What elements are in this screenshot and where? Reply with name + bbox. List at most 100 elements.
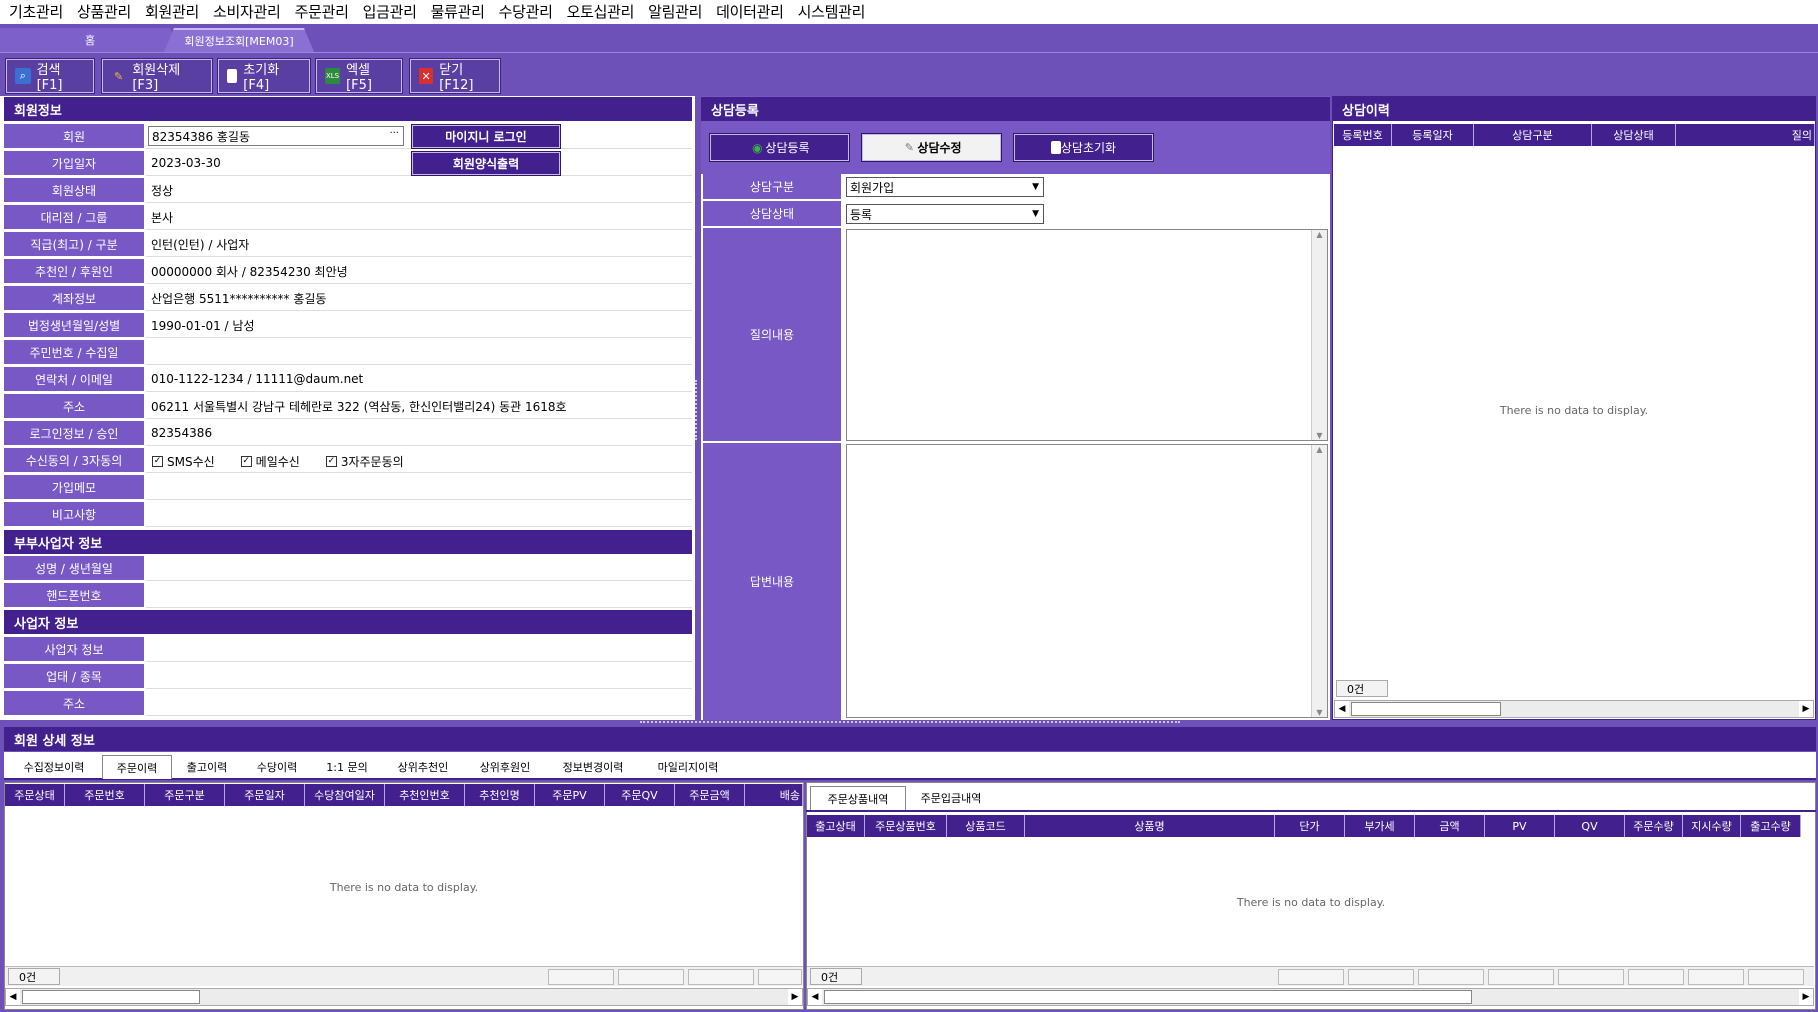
tab-upper-sponsor[interactable]: 상위후원인	[464, 755, 546, 779]
tab-inquiry[interactable]: 1:1 문의	[312, 755, 382, 779]
col-order-number[interactable]: 주문번호	[65, 784, 145, 806]
scroll-down-icon[interactable]: ▼	[1312, 431, 1327, 440]
col-product-code[interactable]: 상품코드	[947, 815, 1025, 837]
menu-item-order[interactable]: 주문관리	[288, 0, 356, 24]
email-consent-checkbox[interactable]: ✓ 메일수신	[240, 453, 300, 470]
tab-order-history[interactable]: 주문이력	[102, 755, 172, 779]
scroll-down-icon[interactable]: ▼	[1312, 708, 1327, 717]
spouse-phone-label: 핸드폰번호	[4, 583, 144, 607]
col-product-name[interactable]: 상품명	[1025, 815, 1275, 837]
col-order-date[interactable]: 주문일자	[225, 784, 305, 806]
print-form-button[interactable]: 회원양식출력	[411, 151, 561, 176]
consult-modify-button[interactable]: ✎ 상담수정	[861, 133, 1002, 162]
menu-item-system[interactable]: 시스템관리	[791, 0, 873, 24]
tab-order-deposits[interactable]: 주문입금내역	[906, 786, 996, 810]
col-order-amount[interactable]: 주문금액	[675, 784, 745, 806]
col-shipped-quantity[interactable]: 출고수량	[1741, 815, 1801, 837]
search-button[interactable]: ⌕ 검색[F1]	[5, 58, 95, 94]
horizontal-splitter[interactable]	[640, 721, 1180, 725]
tab-shipment-history[interactable]: 출고이력	[172, 755, 242, 779]
third-party-consent-checkbox[interactable]: ✓ 3자주문동의	[325, 453, 404, 470]
col-order-qv[interactable]: 주문QV	[605, 784, 675, 806]
scroll-thumb[interactable]	[1351, 702, 1501, 716]
scroll-left-icon[interactable]: ◀	[6, 989, 20, 1005]
scroll-thumb[interactable]	[824, 990, 1472, 1004]
vertical-splitter[interactable]	[695, 380, 699, 440]
col-amount[interactable]: 금액	[1415, 815, 1485, 837]
col-instruction-quantity[interactable]: 지시수량	[1683, 815, 1741, 837]
scroll-thumb[interactable]	[22, 990, 200, 1004]
product-empty-message: There is no data to display.	[1236, 896, 1386, 909]
col-order-status[interactable]: 주문상태	[5, 784, 65, 806]
dropdown-arrow-icon: ▼	[1032, 209, 1039, 219]
tab-collect-history[interactable]: 수집정보이력	[6, 755, 102, 779]
menu-item-autoship[interactable]: 오토십관리	[560, 0, 642, 24]
menu-item-basic[interactable]: 기초관리	[2, 0, 70, 24]
menu-item-member[interactable]: 회원관리	[138, 0, 206, 24]
scroll-up-icon[interactable]: ▲	[1312, 445, 1327, 454]
scroll-left-icon[interactable]: ◀	[1335, 701, 1349, 717]
col-qv[interactable]: QV	[1555, 815, 1625, 837]
delete-member-button[interactable]: ✎ 회원삭제[F3]	[101, 58, 213, 94]
col-shipping[interactable]: 배송	[745, 784, 803, 806]
tab-allowance-history[interactable]: 수당이력	[242, 755, 312, 779]
third-party-consent-label: 3자주문동의	[340, 454, 404, 469]
menu-item-product[interactable]: 상품관리	[70, 0, 138, 24]
consult-status-select[interactable]: 등록 ▼	[846, 204, 1044, 224]
menu-item-deposit[interactable]: 입금관리	[356, 0, 424, 24]
tab-info-change-history[interactable]: 정보변경이력	[546, 755, 640, 779]
tab-upper-recommender[interactable]: 상위추천인	[382, 755, 464, 779]
col-order-quantity[interactable]: 주문수량	[1625, 815, 1683, 837]
history-horizontal-scrollbar[interactable]: ◀ ▶	[1334, 700, 1814, 718]
col-order-pv[interactable]: 주문PV	[535, 784, 605, 806]
menu-item-allowance[interactable]: 수당관리	[492, 0, 560, 24]
ellipsis-icon[interactable]: ···	[389, 128, 399, 139]
col-vat[interactable]: 부가세	[1345, 815, 1415, 837]
scroll-right-icon[interactable]: ▶	[788, 989, 802, 1005]
close-button[interactable]: ✕ 닫기[F12]	[409, 58, 501, 94]
mygenie-login-button[interactable]: 마이지니 로그인	[411, 124, 561, 149]
question-textarea[interactable]: ▲ ▼	[846, 229, 1328, 441]
consent-label: 수신동의 / 3자동의	[4, 448, 144, 472]
col-unit-price[interactable]: 단가	[1275, 815, 1345, 837]
tab-home[interactable]: 홈	[0, 28, 180, 52]
tab-order-products[interactable]: 주문상품내역	[810, 786, 906, 810]
col-allowance-date[interactable]: 수당참여일자	[305, 784, 385, 806]
menu-item-logistics[interactable]: 물류관리	[424, 0, 492, 24]
col-consult-type[interactable]: 상담구분	[1474, 124, 1592, 146]
menu-item-notification[interactable]: 알림관리	[641, 0, 709, 24]
tab-member-info[interactable]: 회원정보조회[MEM03]	[164, 28, 314, 52]
answer-scrollbar[interactable]: ▲ ▼	[1311, 445, 1327, 717]
excel-button[interactable]: XLS 엑셀[F5]	[315, 58, 403, 94]
col-reg-number[interactable]: 등록번호	[1334, 124, 1392, 146]
remarks-label: 비고사항	[4, 502, 144, 526]
answer-textarea[interactable]: ▲ ▼	[846, 444, 1328, 718]
col-reg-date[interactable]: 등록일자	[1392, 124, 1474, 146]
col-recommender-number[interactable]: 추천인번호	[385, 784, 465, 806]
sms-consent-checkbox[interactable]: ✓ SMS수신	[152, 453, 215, 470]
question-scrollbar[interactable]: ▲ ▼	[1311, 230, 1327, 440]
scroll-right-icon[interactable]: ▶	[1799, 989, 1813, 1005]
scroll-left-icon[interactable]: ◀	[808, 989, 822, 1005]
col-shipment-status[interactable]: 출고상태	[807, 815, 865, 837]
product-horizontal-scrollbar[interactable]: ◀ ▶	[807, 988, 1814, 1006]
tab-mileage-history[interactable]: 마일리지이력	[640, 755, 736, 779]
col-pv[interactable]: PV	[1485, 815, 1555, 837]
birth-gender-label: 법정생년월일/성별	[4, 313, 144, 337]
consult-reset-button[interactable]: 상담초기화	[1013, 133, 1154, 162]
scroll-right-icon[interactable]: ▶	[1799, 701, 1813, 717]
member-input[interactable]: 82354386 홍길동 ···	[148, 126, 404, 146]
col-consult-status[interactable]: 상담상태	[1592, 124, 1676, 146]
order-horizontal-scrollbar[interactable]: ◀ ▶	[5, 988, 803, 1006]
scroll-up-icon[interactable]: ▲	[1312, 230, 1327, 239]
consult-register-button[interactable]: ◉ 상담등록	[709, 133, 850, 162]
consult-type-select[interactable]: 회원가입 ▼	[846, 177, 1044, 197]
col-question[interactable]: 질의	[1676, 124, 1815, 146]
col-order-product-number[interactable]: 주문상품번호	[865, 815, 947, 837]
menu-item-data[interactable]: 데이터관리	[709, 0, 791, 24]
col-order-type[interactable]: 주문구분	[145, 784, 225, 806]
menu-item-consumer[interactable]: 소비자관리	[206, 0, 288, 24]
col-recommender-name[interactable]: 추천인명	[465, 784, 535, 806]
summary-cell	[1558, 969, 1624, 985]
reset-button[interactable]: 초기화[F4]	[217, 58, 311, 94]
